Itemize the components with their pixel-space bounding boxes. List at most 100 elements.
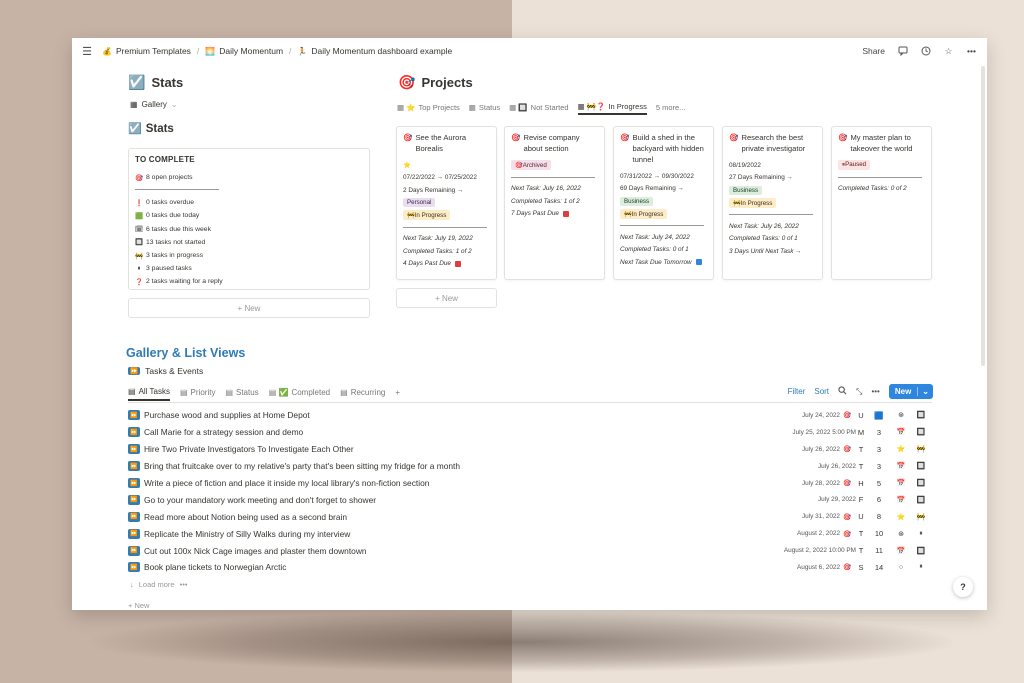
tab-completed[interactable]: ▤ ✅ Completed [269, 383, 330, 401]
breadcrumb-daily-momentum[interactable]: Daily Momentum [219, 46, 283, 56]
tab-in-progress[interactable]: ▦ 🚧❓ In Progress [577, 99, 647, 115]
divider [128, 402, 932, 403]
expand-icon[interactable]: ⤡ [856, 387, 862, 397]
card-due: Next Task Due Tomorrow [620, 258, 692, 266]
more-options-icon: ••• [179, 580, 188, 589]
comment-icon[interactable] [897, 46, 908, 57]
stat-line: 🚧 3 tasks in progress [135, 252, 204, 260]
breadcrumb-premium-templates[interactable]: Premium Templates [116, 46, 191, 56]
card-next-task: Next Task: July 16, 2022 [511, 185, 581, 193]
scrollbar[interactable] [981, 66, 985, 366]
list-item[interactable]: ⏩ Bring that fruitcake over to my relativ… [128, 458, 932, 475]
red-square-icon [562, 210, 569, 217]
construction-icon: ▦ 🚧❓ [577, 101, 606, 111]
card-remaining: 69 Days Remaining → [620, 185, 684, 193]
load-more-button[interactable]: ↓ Load more ••• [130, 580, 188, 589]
star-icon: ▦ ⭐ [397, 102, 416, 112]
card-next-task: Next Task: July 26, 2022 [729, 222, 799, 230]
card-title: Revise company about section [523, 133, 580, 153]
list-icon: ▤ [128, 386, 136, 396]
pause-icon: ⏸ [137, 264, 141, 272]
tab-status[interactable]: ▤ Status [225, 383, 258, 401]
gallery-icon: ▦ [130, 100, 138, 109]
list-item[interactable]: ⏩ Hire Two Private Investigators To Inves… [128, 441, 932, 458]
chevron-down-icon: ⌄ [917, 387, 933, 396]
tab-priority[interactable]: ▤ Priority [180, 383, 215, 401]
stat-line: 🟩 0 tasks due today [135, 212, 200, 220]
card-due: 3 Days Until Next Task → [729, 247, 802, 255]
projects-tabs: ▦ ⭐ Top Projects ▦ Status ▦ 🔲 Not Started ▦… [397, 99, 685, 115]
share-button[interactable]: Share [862, 46, 885, 56]
divider [729, 214, 813, 215]
card-title: See the Aurora Borealis [415, 133, 467, 153]
tag-archived: 🎯Archived [511, 160, 551, 171]
add-view-icon[interactable]: + [395, 383, 400, 401]
stats-new-button[interactable]: + New [128, 298, 370, 318]
more-options-icon[interactable]: ••• [871, 387, 879, 396]
topbar: ☰ 💰 Premium Templates / 🌅 Daily Momentum… [72, 38, 987, 64]
search-icon[interactable] [838, 386, 847, 397]
card-next-task: Next Task: July 19, 2022 [403, 235, 473, 243]
projects-new-button[interactable]: + New [396, 288, 497, 308]
target-icon: 🎯 [842, 480, 852, 487]
list-item[interactable]: ⏩ Purchase wood and supplies at Home Depo… [128, 407, 932, 424]
tab-all-tasks[interactable]: ▤ All Tasks [128, 383, 170, 401]
filter-button[interactable]: Filter [788, 387, 806, 396]
stats-title: Stats [151, 75, 184, 90]
project-card[interactable]: 🎯 Research the best private investigator … [722, 126, 823, 280]
fast-forward-icon: ⏩ [128, 367, 141, 375]
card-remaining: 2 Days Remaining → [403, 186, 464, 194]
list-item[interactable]: ⏩ Read more about Notion being used as a … [128, 508, 932, 525]
list-new-button[interactable]: + New [128, 601, 149, 610]
arrow-down-icon: ↓ [130, 580, 134, 589]
target-icon: 🎯 [842, 446, 852, 454]
more-options-icon[interactable]: ••• [966, 46, 977, 57]
checkbox-icon: ☑️ [128, 74, 146, 90]
tab-more[interactable]: 5 more... [656, 99, 686, 115]
fast-forward-icon: ⏩ [128, 528, 140, 539]
sunrise-icon: 🌅 [205, 46, 216, 56]
tab-top-projects[interactable]: ▦ ⭐ Top Projects [397, 99, 460, 115]
divider [620, 225, 704, 226]
card-title: Build a shed in the backyard with hidden… [632, 133, 704, 164]
list-item[interactable]: ⏩ Cut out 100x Nick Cage images and plast… [128, 542, 932, 559]
card-completed: Completed Tasks: 0 of 1 [620, 246, 689, 254]
help-button[interactable]: ? [953, 577, 973, 597]
fast-forward-icon: ⏩ [128, 494, 140, 505]
tasks-events-heading: ⏩ Tasks & Events [128, 366, 204, 376]
to-complete-title: TO COMPLETE [135, 155, 195, 164]
list-item[interactable]: ⏩ Write a piece of fiction and place it i… [128, 475, 932, 492]
project-card[interactable]: 🎯 My master plan to takeover the world ⏸P… [831, 126, 932, 280]
target-icon: 🎯 [398, 74, 416, 90]
project-card[interactable]: 🎯 See the Aurora Borealis ⭐ 07/22/2022 → … [396, 126, 497, 280]
list-item[interactable]: ⏩ Book plane tickets to Norwegian Arctic A… [128, 559, 932, 576]
stats-view-switcher[interactable]: ▦ Gallery ⌄ [130, 100, 178, 109]
list-item[interactable]: ⏩ Call Marie for a strategy session and d… [128, 424, 932, 441]
menu-icon[interactable]: ☰ [80, 45, 94, 58]
fast-forward-icon: ⏩ [128, 511, 140, 522]
list-tabs: ▤ All Tasks ▤ Priority ▤ Status ▤ ✅ Complete… [128, 383, 400, 401]
history-clock-icon[interactable] [920, 46, 931, 57]
card-due: 7 Days Past Due [511, 210, 559, 218]
list-icon: ▤ [179, 387, 188, 397]
stat-line: ⏸ 3 paused tasks [135, 262, 363, 275]
star-icon[interactable]: ☆ [943, 46, 954, 57]
card-completed: Completed Tasks: 0 of 1 [729, 235, 798, 243]
tab-status[interactable]: ▦ Status [469, 99, 500, 115]
new-task-button[interactable]: New ⌄ [888, 384, 933, 399]
list-icon: ▤ [340, 387, 348, 397]
construction-icon: 🚧 [135, 252, 144, 260]
breadcrumb-dashboard-example[interactable]: Daily Momentum dashboard example [311, 46, 452, 56]
list-item[interactable]: ⏩ Go to your mandatory work meeting and d… [128, 491, 932, 508]
fast-forward-icon: ⏩ [128, 410, 140, 421]
project-card[interactable]: 🎯 Revise company about section 🎯Archived … [504, 126, 605, 280]
stats-card[interactable]: TO COMPLETE 🎯 8 open projects ❗ 0 tasks ov… [128, 148, 370, 290]
tab-recurring[interactable]: ▤ Recurring [340, 383, 385, 401]
list-item[interactable]: ⏩ Replicate the Ministry of Silly Walks d… [128, 525, 932, 542]
stats-subheading: ☑️ Stats [128, 122, 174, 136]
project-card[interactable]: 🎯 Build a shed in the backyard with hidde… [613, 126, 714, 280]
fast-forward-icon: ⏩ [128, 461, 140, 472]
sort-button[interactable]: Sort [814, 387, 829, 396]
tab-not-started[interactable]: ▦ 🔲 Not Started [509, 99, 568, 115]
fast-forward-icon: ⏩ [128, 545, 140, 556]
